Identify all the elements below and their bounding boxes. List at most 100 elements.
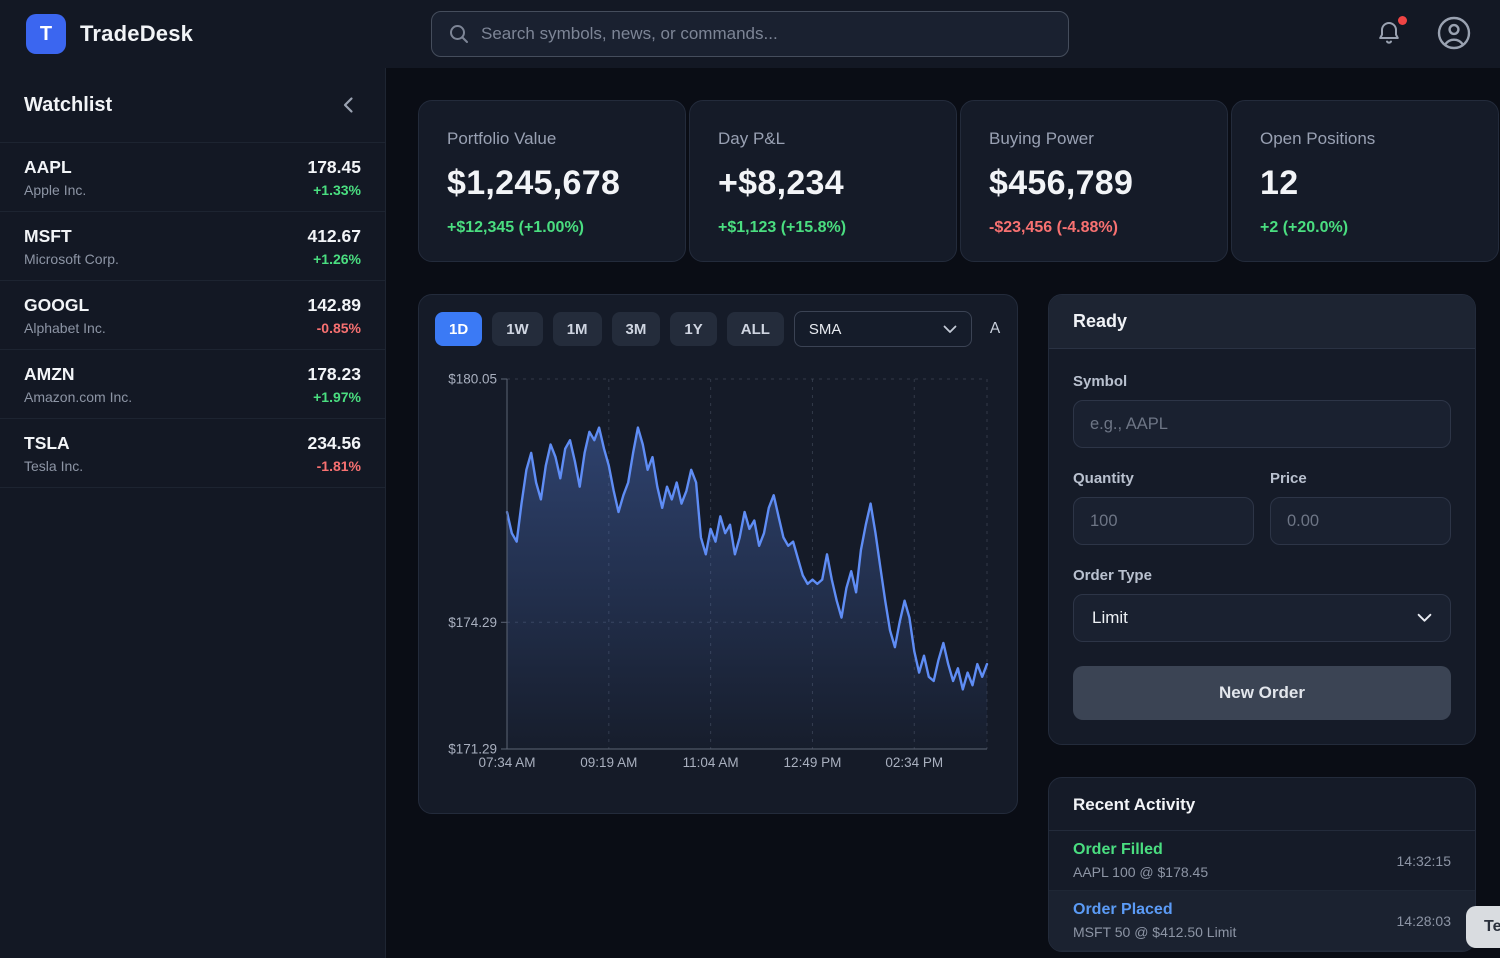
stat-label: Open Positions — [1260, 129, 1470, 149]
stat-change: +2 (+20.0%) — [1260, 219, 1470, 237]
notifications-button[interactable] — [1374, 17, 1404, 52]
price: 234.56 — [307, 433, 361, 454]
price-label: Price — [1270, 470, 1451, 487]
range-button-1m[interactable]: 1M — [553, 312, 602, 346]
app-logo-letter: T — [40, 23, 52, 46]
company-name: Amazon.com Inc. — [24, 389, 132, 405]
quantity-input[interactable] — [1073, 497, 1254, 545]
app-title: TradeDesk — [80, 21, 193, 47]
recent-activity-title: Recent Activity — [1049, 778, 1475, 831]
range-button-all[interactable]: ALL — [727, 312, 784, 346]
watchlist-item-googl[interactable]: GOOGL Alphabet Inc. 142.89 -0.85% — [0, 281, 385, 350]
quantity-label: Quantity — [1073, 470, 1254, 487]
symbol-input[interactable] — [1073, 400, 1451, 448]
toast[interactable]: Te — [1466, 906, 1500, 948]
company-name: Alphabet Inc. — [24, 320, 106, 336]
company-name: Microsoft Corp. — [24, 251, 119, 267]
app-logo[interactable]: T — [26, 14, 66, 54]
search-wrap — [386, 11, 1114, 57]
notification-dot — [1398, 16, 1407, 25]
stat-card-open-positions: Open Positions 12 +2 (+20.0%) — [1231, 100, 1499, 262]
symbol: AAPL — [24, 157, 86, 178]
activity-detail: AAPL 100 @ $178.45 — [1073, 864, 1208, 880]
search-icon — [448, 23, 470, 45]
svg-text:07:34 AM: 07:34 AM — [478, 755, 535, 770]
stat-value: $456,789 — [989, 164, 1199, 203]
profile-button[interactable] — [1434, 13, 1474, 56]
price: 178.23 — [307, 364, 361, 385]
global-search[interactable] — [431, 11, 1069, 57]
stat-value: +$8,234 — [718, 164, 928, 203]
stat-value: $1,245,678 — [447, 164, 657, 203]
stat-card-day-pnl: Day P&L +$8,234 +$1,123 (+15.8%) — [689, 100, 957, 262]
content-row: 1D 1W 1M 3M 1Y ALL SMA Annotate $180.05 $… — [418, 294, 1500, 952]
annotate-button[interactable]: Annotate — [990, 320, 1001, 338]
activity-status: Order Filled — [1073, 841, 1208, 859]
price-chart: $180.05$174.29$171.2907:34 AM09:19 AM11:… — [435, 355, 1001, 795]
collapse-sidebar-button[interactable] — [337, 91, 359, 119]
range-button-1d[interactable]: 1D — [435, 312, 482, 346]
indicator-select[interactable]: SMA — [794, 311, 972, 347]
watchlist-header: Watchlist — [0, 68, 385, 143]
watchlist-item-tsla[interactable]: TSLATesla Inc. 234.56-1.81% — [0, 419, 385, 488]
avatar-icon — [1436, 15, 1472, 51]
symbol: TSLA — [24, 433, 83, 454]
change: +1.97% — [307, 389, 361, 405]
activity-time: 14:28:03 — [1397, 913, 1452, 929]
symbol-label: Symbol — [1073, 373, 1451, 390]
stat-label: Buying Power — [989, 129, 1199, 149]
header-icons — [1114, 13, 1474, 56]
top-bar: T TradeDesk — [0, 0, 1500, 68]
order-type-select[interactable]: Limit — [1073, 594, 1451, 642]
chart-panel: 1D 1W 1M 3M 1Y ALL SMA Annotate $180.05 $… — [418, 294, 1018, 814]
brand: T TradeDesk — [26, 14, 386, 54]
svg-text:12:49 PM: 12:49 PM — [784, 755, 842, 770]
search-input[interactable] — [481, 24, 1052, 44]
activity-status: Order Placed — [1073, 901, 1236, 919]
range-button-3m[interactable]: 3M — [612, 312, 661, 346]
symbol: MSFT — [24, 226, 119, 247]
svg-text:09:19 AM: 09:19 AM — [580, 755, 637, 770]
new-order-button[interactable]: New Order — [1073, 666, 1451, 720]
activity-detail: MSFT 50 @ $412.50 Limit — [1073, 924, 1236, 940]
symbol: GOOGL — [24, 295, 106, 316]
order-type-value: Limit — [1092, 608, 1128, 628]
svg-text:11:04 AM: 11:04 AM — [683, 755, 739, 770]
svg-text:$174.29: $174.29 — [448, 615, 497, 630]
stat-change: +$1,123 (+15.8%) — [718, 219, 928, 237]
svg-text:02:34 PM: 02:34 PM — [885, 755, 943, 770]
main-content: Portfolio Value $1,245,678 +$12,345 (+1.… — [386, 68, 1500, 958]
stats-row: Portfolio Value $1,245,678 +$12,345 (+1.… — [418, 100, 1500, 262]
range-button-1w[interactable]: 1W — [492, 312, 543, 346]
chevron-down-icon — [1417, 613, 1432, 623]
chart-toolbar: 1D 1W 1M 3M 1Y ALL SMA Annotate — [435, 311, 1001, 347]
watchlist-item-amzn[interactable]: AMZNAmazon.com Inc. 178.23+1.97% — [0, 350, 385, 419]
indicator-select-value: SMA — [809, 321, 842, 338]
company-name: Tesla Inc. — [24, 458, 83, 474]
change: -0.85% — [307, 320, 361, 336]
watchlist-sidebar: Watchlist AAPL Apple Inc. 178.45 +1.33% MS… — [0, 68, 386, 958]
stat-label: Day P&L — [718, 129, 928, 149]
stat-value: 12 — [1260, 164, 1470, 203]
change: +1.33% — [307, 182, 361, 198]
watchlist-title: Watchlist — [24, 94, 112, 117]
activity-time: 14:32:15 — [1397, 853, 1452, 869]
chevron-down-icon — [943, 325, 957, 334]
watchlist-item-msft[interactable]: MSFT Microsoft Corp. 412.67 +1.26% — [0, 212, 385, 281]
company-name: Apple Inc. — [24, 182, 86, 198]
stat-card-buying-power: Buying Power $456,789 -$23,456 (-4.88%) — [960, 100, 1228, 262]
price: 142.89 — [307, 295, 361, 316]
activity-row-order-placed[interactable]: Order Placed MSFT 50 @ $412.50 Limit 14:… — [1049, 891, 1475, 951]
svg-text:$180.05: $180.05 — [448, 372, 497, 387]
range-button-1y[interactable]: 1Y — [670, 312, 716, 346]
price: 178.45 — [307, 157, 361, 178]
change: +1.26% — [307, 251, 361, 267]
price-input[interactable] — [1270, 497, 1451, 545]
order-ticket-panel: Ready Symbol Quantity Price — [1048, 294, 1476, 745]
activity-row-order-filled[interactable]: Order Filled AAPL 100 @ $178.45 14:32:15 — [1049, 831, 1475, 891]
right-column: Ready Symbol Quantity Price — [1048, 294, 1476, 952]
watchlist-item-aapl[interactable]: AAPL Apple Inc. 178.45 +1.33% — [0, 143, 385, 212]
price: 412.67 — [307, 226, 361, 247]
stat-change: -$23,456 (-4.88%) — [989, 219, 1199, 237]
stat-change: +$12,345 (+1.00%) — [447, 219, 657, 237]
